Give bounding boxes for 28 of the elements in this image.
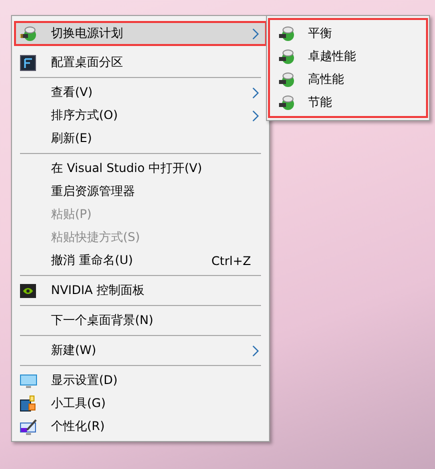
menu-item[interactable]: 切换电源计划 <box>14 21 267 46</box>
plug-icon <box>278 70 296 88</box>
plug-icon <box>20 24 38 42</box>
menu-item[interactable]: NVIDIA 控制面板 <box>14 279 267 302</box>
eye-logo-icon <box>20 282 36 298</box>
menu-item[interactable]: 小工具(G) <box>14 392 267 415</box>
menu-item[interactable]: 显示设置(D) <box>14 369 267 392</box>
menu-item[interactable]: 查看(V) <box>14 81 267 104</box>
menu-item[interactable]: 重启资源管理器 <box>14 180 267 203</box>
menu-item[interactable]: 节能 <box>270 91 426 114</box>
monitor-brush-icon <box>20 418 37 434</box>
menu-item[interactable]: 在 Visual Studio 中打开(V) <box>14 157 267 180</box>
menu-item[interactable]: 新建(W) <box>14 339 267 362</box>
plug-icon <box>278 94 296 112</box>
plug-icon <box>278 48 296 66</box>
plug-icon <box>278 24 296 42</box>
menu-item[interactable]: 个性化(R) <box>14 415 267 438</box>
gadget-windows-icon <box>20 395 36 412</box>
monitor-icon <box>20 372 37 388</box>
menu-item[interactable]: 撤消 重命名(U) Ctrl+Z <box>14 249 267 272</box>
grid-window-icon <box>20 54 36 70</box>
menu-item[interactable]: 配置桌面分区 <box>14 51 267 74</box>
menu-item[interactable]: 平衡 <box>270 22 426 45</box>
menu-item[interactable]: 刷新(E) <box>14 127 267 150</box>
menu-item[interactable]: 下一个桌面背景(N) <box>14 309 267 332</box>
menu-item[interactable]: 排序方式(O) <box>14 104 267 127</box>
menu-item[interactable]: 卓越性能 <box>270 45 426 68</box>
menu-item[interactable]: 高性能 <box>270 68 426 91</box>
